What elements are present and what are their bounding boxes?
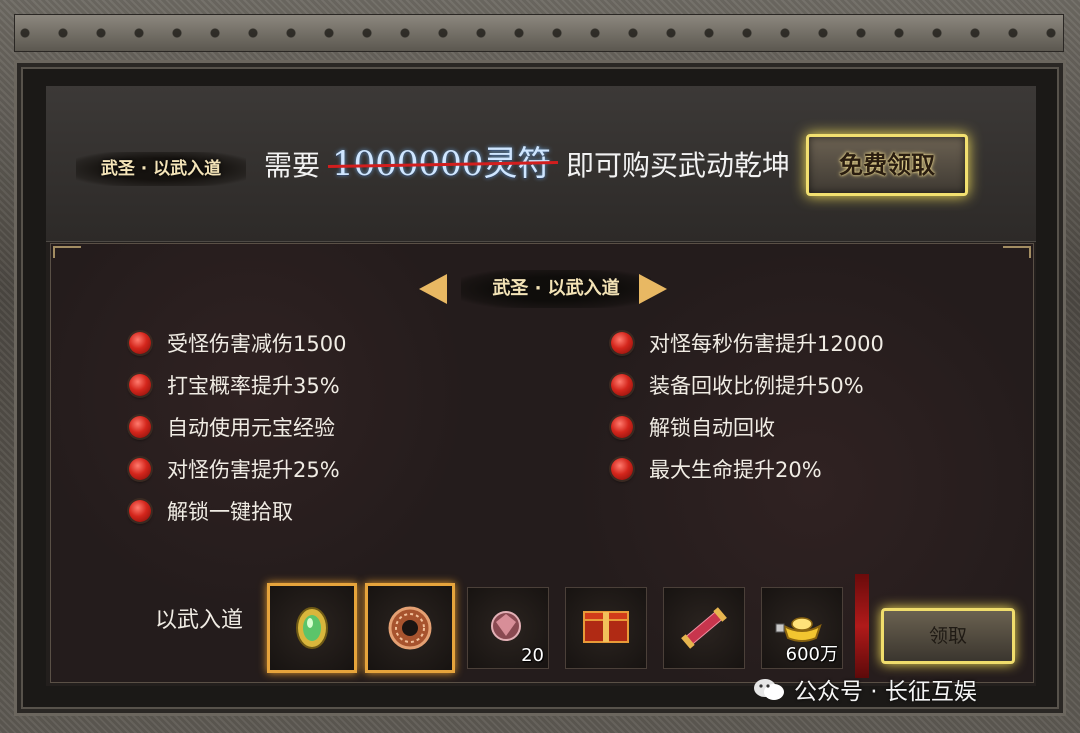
red-orb-icon: [129, 416, 151, 438]
perk-item: 自动使用元宝经验: [129, 411, 335, 443]
corner-ornament: [53, 246, 81, 258]
watermark-text: 公众号 · 长征互娱: [794, 679, 977, 705]
red-orb-icon: [129, 374, 151, 396]
reward-slot[interactable]: 600万: [761, 587, 843, 669]
tier-badge: 武圣 · 以武入道: [76, 152, 246, 186]
perk-item: 解锁自动回收: [611, 411, 775, 443]
reward-label: 以武入道: [155, 608, 244, 633]
need-label: 需要: [264, 149, 321, 182]
perk-item: 对怪每秒伤害提升12000: [611, 327, 884, 359]
red-orb-icon: [129, 332, 151, 354]
red-orb-icon: [129, 458, 151, 480]
purchase-banner: 武圣 · 以武入道 需要 1000000灵符 即可购买武动乾坤 免费领取: [46, 86, 1036, 242]
red-orb-icon: [611, 458, 633, 480]
perk-item: 打宝概率提升35%: [129, 369, 340, 401]
green-amulet-icon: [296, 607, 328, 649]
red-orb-icon: [611, 332, 633, 354]
red-orb-icon: [129, 500, 151, 522]
bronze-ring-icon: [388, 606, 432, 650]
prev-tier-arrow-icon[interactable]: [419, 274, 447, 304]
tier-title: 武圣 · 以武入道: [461, 270, 651, 308]
claim-button[interactable]: 领取: [881, 608, 1015, 664]
top-ornament: [14, 14, 1064, 52]
purchase-description: 即可购买武动乾坤: [566, 149, 791, 182]
perk-item: 解锁一键拾取: [129, 495, 293, 527]
reward-slot[interactable]: [365, 583, 455, 673]
gift-box-icon: [583, 611, 629, 643]
perk-item: 对怪伤害提升25%: [129, 453, 340, 485]
wechat-icon: [754, 679, 784, 700]
free-claim-button[interactable]: 免费领取: [806, 134, 968, 196]
red-orb-icon: [611, 416, 633, 438]
reward-slot[interactable]: 20: [467, 587, 549, 669]
reward-slot[interactable]: [663, 587, 745, 669]
perk-item: 最大生命提升20%: [611, 453, 822, 485]
tier-details-panel: 武圣 · 以武入道 受怪伤害减伤1500 打宝概率提升35% 自动使用元宝经验 …: [50, 243, 1034, 683]
corner-ornament: [1003, 246, 1031, 258]
reward-slot[interactable]: [267, 583, 357, 673]
item-count: 600万: [785, 644, 838, 665]
perk-item: 受怪伤害减伤1500: [129, 327, 346, 359]
perk-item: 装备回收比例提升50%: [611, 369, 864, 401]
reward-slot[interactable]: [565, 587, 647, 669]
watermark: 公众号 · 长征互娱: [752, 672, 977, 706]
next-tier-arrow-icon[interactable]: [639, 274, 667, 304]
vip-panel: 武圣 · 以武入道 需要 1000000灵符 即可购买武动乾坤 免费领取 武圣 …: [46, 86, 1036, 686]
red-orb-icon: [611, 374, 633, 396]
scroll-icon: [681, 607, 727, 649]
item-count: 20: [521, 645, 544, 666]
red-scroll-bar: [855, 574, 869, 678]
